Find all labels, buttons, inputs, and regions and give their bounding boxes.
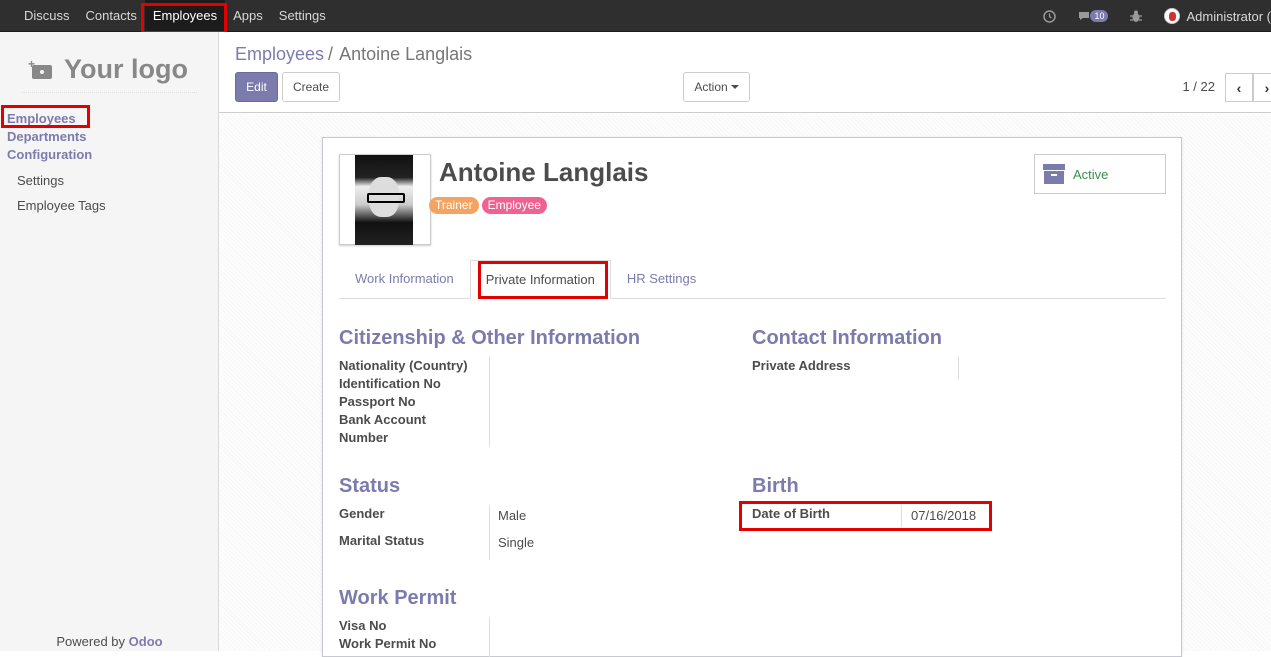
user-name: Administrator ( — [1186, 8, 1271, 24]
chevron-left-icon: ‹ — [1236, 79, 1242, 96]
employee-tags: Trainer Employee — [429, 197, 550, 214]
sidebar-menu: Employees Departments Configuration Sett… — [0, 110, 219, 218]
activity-clock-icon[interactable] — [1043, 9, 1057, 23]
create-button[interactable]: Create — [282, 72, 340, 102]
menu-discuss[interactable]: Discuss — [16, 0, 78, 32]
chat-messages-icon[interactable]: 10 — [1078, 10, 1109, 22]
gender-value[interactable]: Male — [498, 508, 526, 523]
company-logo[interactable]: + Your logo — [28, 54, 188, 85]
sidebar-item-employee-tags[interactable]: Employee Tags — [0, 193, 219, 218]
label-bank-account: Bank Account — [339, 412, 426, 427]
section-work-permit-title: Work Permit — [339, 587, 457, 609]
debug-bug-icon[interactable] — [1130, 10, 1143, 23]
archive-icon — [1043, 164, 1065, 184]
tag-employee: Employee — [481, 197, 547, 214]
menu-settings[interactable]: Settings — [271, 0, 334, 32]
systray: 10 Administrator ( — [1032, 0, 1271, 32]
powered-by: Powered by Odoo — [56, 634, 163, 649]
chevron-right-icon: › — [1264, 79, 1270, 96]
menu-employees[interactable]: Employees — [144, 0, 226, 32]
breadcrumb-current: Antoine Langlais — [339, 44, 473, 64]
sidebar: + Your logo Employees Departments Config… — [0, 32, 219, 651]
sidebar-item-employees[interactable]: Employees — [0, 110, 219, 128]
control-panel: Employees / Antoine Langlais Edit Create A… — [219, 32, 1271, 113]
section-birth-title: Birth — [752, 475, 799, 497]
employee-photo[interactable] — [339, 154, 431, 245]
pager-previous-button[interactable]: ‹ — [1225, 73, 1253, 102]
sidebar-item-settings[interactable]: Settings — [0, 168, 219, 193]
section-citizenship-title: Citizenship & Other Information — [339, 327, 641, 349]
label-nationality: Nationality (Country) — [339, 358, 468, 373]
notebook-tabs: Work Information Private Information HR … — [339, 260, 1166, 299]
sidebar-item-departments[interactable]: Departments — [0, 128, 219, 146]
edit-button[interactable]: Edit — [235, 72, 278, 102]
tab-work-information[interactable]: Work Information — [339, 260, 470, 299]
user-menu[interactable]: Administrator ( — [1164, 8, 1271, 24]
marital-status-value[interactable]: Single — [498, 535, 534, 550]
form-view: Antoine Langlais Trainer Employee Active… — [219, 114, 1271, 657]
label-passport-no: Passport No — [339, 394, 416, 409]
section-contact-title: Contact Information — [752, 327, 942, 349]
form-sheet: Antoine Langlais Trainer Employee Active… — [322, 137, 1182, 657]
label-marital-status: Marital Status — [339, 533, 425, 548]
label-private-address: Private Address — [752, 358, 851, 373]
employee-name: Antoine Langlais — [439, 157, 649, 187]
caret-down-icon — [730, 85, 739, 89]
user-avatar — [1164, 8, 1181, 24]
tag-trainer: Trainer — [429, 197, 479, 214]
messages-badge: 10 — [1090, 10, 1109, 22]
camera-icon: + — [28, 57, 54, 79]
label-date-of-birth: Date of Birth — [752, 506, 830, 521]
label-visa-no: Visa No — [339, 618, 387, 633]
active-label: Active — [1073, 166, 1109, 182]
section-status-title: Status — [339, 475, 401, 497]
app-menu: Discuss Contacts Employees Apps Settings — [16, 0, 334, 32]
label-work-permit-no: Work Permit No — [339, 636, 437, 651]
label-gender: Gender — [339, 506, 385, 521]
pager-value[interactable]: 1 / 22 — [1182, 79, 1215, 94]
breadcrumb-employees[interactable]: Employees — [235, 44, 324, 64]
sidebar-item-configuration[interactable]: Configuration — [0, 146, 219, 164]
action-label: Action — [694, 80, 728, 94]
menu-contacts[interactable]: Contacts — [78, 0, 145, 32]
odoo-link[interactable]: Odoo — [129, 634, 163, 649]
label-identification-no: Identification No — [339, 376, 441, 391]
pager-next-button[interactable]: › — [1253, 73, 1271, 102]
action-dropdown[interactable]: Action — [683, 72, 750, 102]
menu-apps[interactable]: Apps — [225, 0, 271, 32]
date-of-birth-value[interactable]: 07/16/2018 — [911, 508, 976, 523]
logo-text: Your logo — [64, 54, 188, 84]
breadcrumb: Employees / Antoine Langlais — [235, 44, 473, 64]
active-toggle-button[interactable]: Active — [1034, 154, 1166, 194]
label-bank-account-number: Number — [339, 430, 389, 445]
tab-hr-settings[interactable]: HR Settings — [611, 260, 712, 299]
top-navbar: Discuss Contacts Employees Apps Settings… — [0, 0, 1271, 32]
tab-private-information[interactable]: Private Information — [469, 260, 611, 299]
